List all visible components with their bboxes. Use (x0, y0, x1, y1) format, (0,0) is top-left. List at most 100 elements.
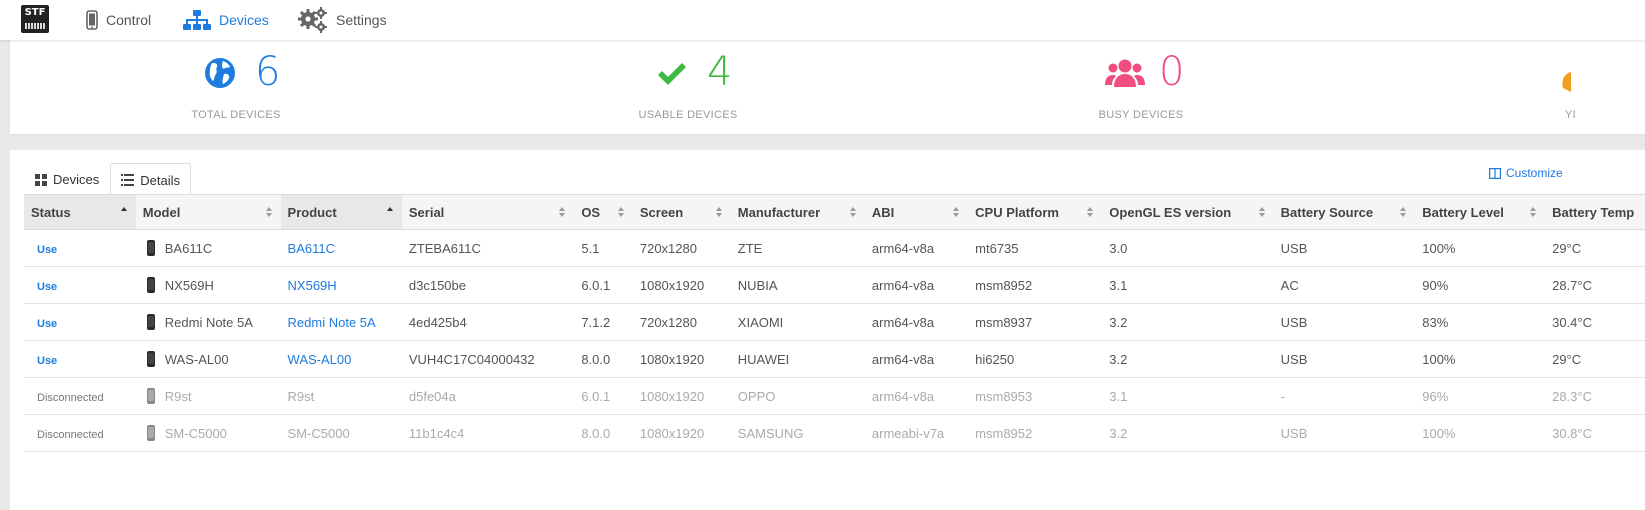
tab-details-label: Details (140, 172, 180, 188)
model-name: SM-C5000 (164, 426, 227, 441)
os-cell: 6.0.1 (574, 266, 633, 304)
battery-source-cell: USB (1273, 414, 1416, 452)
model-name: BA611C (164, 241, 213, 256)
globe-icon (205, 58, 235, 88)
os-cell: 5.1 (574, 229, 633, 267)
column-label: Status (31, 204, 71, 220)
column-header-abi[interactable]: ABI (864, 195, 969, 230)
battery-level-cell: 90% (1415, 266, 1546, 304)
usable-devices-count: 4 (707, 49, 733, 95)
os-cell: 8.0.0 (574, 414, 633, 452)
battery-level-cell: 96% (1415, 377, 1546, 415)
columns-icon (1489, 167, 1501, 179)
serial-cell: d5fe04a (401, 377, 575, 415)
os-cell: 7.1.2 (574, 303, 633, 341)
busy-devices-label: BUSY DEVICES (1098, 109, 1184, 121)
device-icon (146, 314, 155, 330)
use-device-button[interactable]: Use (31, 318, 57, 330)
column-label: Manufacturer (737, 204, 821, 220)
column-header-screen[interactable]: Screen (632, 195, 731, 230)
use-device-button[interactable]: Use (31, 244, 57, 256)
column-header-opengl-es-version[interactable]: OpenGL ES version (1102, 195, 1274, 230)
nav-control-label: Control (106, 12, 152, 28)
manufacturer-cell: ZTE (730, 229, 865, 267)
column-header-battery-source[interactable]: Battery Source (1273, 195, 1416, 230)
column-header-serial[interactable]: Serial (401, 195, 575, 230)
manufacturer-cell: XIAOMI (730, 303, 865, 341)
nav-control[interactable]: Control (86, 0, 151, 40)
column-header-model[interactable]: Model (135, 195, 281, 230)
column-header-cpu-platform[interactable]: CPU Platform (968, 195, 1103, 230)
abi-cell: arm64-v8a (864, 303, 969, 341)
column-label: OS (581, 204, 601, 220)
cpu-platform-cell: mt6735 (968, 229, 1103, 267)
column-header-product[interactable]: Product (280, 195, 402, 230)
users-icon (1105, 59, 1145, 87)
column-label: ABI (871, 204, 895, 220)
serial-cell: 11b1c4c4 (401, 414, 575, 452)
table-row[interactable]: Use NX569H NX569H d3c150be 6.0.1 1080x19… (24, 266, 1645, 304)
column-header-os[interactable]: OS (574, 195, 633, 230)
abi-cell: arm64-v8a (864, 377, 969, 415)
product-link[interactable]: Redmi Note 5A (280, 303, 402, 341)
status-cell: Disconnected (24, 377, 136, 415)
customize-label: Customize (1506, 166, 1563, 180)
table-header-row: Status Model Product Serial OS Screen Ma… (24, 195, 1645, 230)
use-device-button[interactable]: Use (31, 281, 57, 293)
column-header-battery-level[interactable]: Battery Level (1415, 195, 1546, 230)
model-name: Redmi Note 5A (164, 315, 253, 330)
model-cell: R9st (135, 377, 281, 415)
product-link[interactable]: WAS-AL00 (280, 340, 402, 378)
model-cell: WAS-AL00 (135, 340, 281, 378)
device-list-panel: Devices Details Customize Status Model P… (10, 150, 1645, 510)
device-icon (146, 351, 155, 367)
table-row[interactable]: Disconnected SM-C5000 SM-C5000 11b1c4c4 … (24, 414, 1645, 452)
battery-temp-cell: 30.4°C (1545, 303, 1645, 341)
partial-icon (1562, 72, 1571, 92)
cpu-platform-cell: msm8952 (968, 266, 1103, 304)
device-stats-panel: 6 TOTAL DEVICES 4 USABLE DEVICES 0 BUSY … (10, 40, 1645, 134)
tab-devices[interactable]: Devices (24, 163, 110, 195)
os-cell: 6.0.1 (574, 377, 633, 415)
battery-level-cell: 100% (1415, 229, 1546, 267)
column-header-battery-temp[interactable]: Battery Temp (1545, 195, 1645, 230)
opengl-cell: 3.1 (1102, 377, 1274, 415)
disconnected-status: Disconnected (37, 391, 104, 404)
nav-settings[interactable]: Settings (298, 0, 387, 40)
battery-source-cell: AC (1273, 266, 1416, 304)
nav-settings-label: Settings (336, 12, 387, 28)
column-label: Battery Temp (1552, 204, 1635, 220)
column-label: Battery Level (1422, 204, 1504, 220)
stf-logo[interactable]: STF (21, 5, 49, 33)
check-icon (658, 63, 686, 85)
table-row[interactable]: Disconnected R9st R9st d5fe04a 6.0.1 108… (24, 377, 1645, 415)
model-cell: SM-C5000 (135, 414, 281, 452)
abi-cell: armeabi-v7a (864, 414, 969, 452)
status-cell: Use (24, 229, 136, 267)
battery-source-cell: USB (1273, 229, 1416, 267)
status-cell: Use (24, 303, 136, 341)
column-header-manufacturer[interactable]: Manufacturer (730, 195, 865, 230)
serial-cell: 4ed425b4 (401, 303, 575, 341)
manufacturer-cell: HUAWEI (730, 340, 865, 378)
table-row[interactable]: Use WAS-AL00 WAS-AL00 VUH4C17C04000432 8… (24, 340, 1645, 378)
column-label: Screen (639, 204, 684, 220)
tab-details[interactable]: Details (110, 163, 191, 196)
nav-devices[interactable]: Devices (183, 0, 269, 40)
table-row[interactable]: Use BA611C BA611C ZTEBA611C 5.1 720x1280… (24, 229, 1645, 267)
opengl-cell: 3.2 (1102, 414, 1274, 452)
product-cell: SM-C5000 (280, 414, 402, 452)
battery-temp-cell: 28.7°C (1545, 266, 1645, 304)
battery-level-cell: 83% (1415, 303, 1546, 341)
column-header-status[interactable]: Status (24, 195, 136, 230)
customize-button[interactable]: Customize (1489, 166, 1563, 180)
product-link[interactable]: BA611C (280, 229, 402, 267)
tab-devices-label: Devices (53, 172, 100, 187)
table-row[interactable]: Use Redmi Note 5A Redmi Note 5A 4ed425b4… (24, 303, 1645, 341)
use-device-button[interactable]: Use (31, 355, 57, 367)
product-link[interactable]: NX569H (280, 266, 402, 304)
battery-level-cell: 100% (1415, 414, 1546, 452)
abi-cell: arm64-v8a (864, 229, 969, 267)
manufacturer-cell: SAMSUNG (730, 414, 865, 452)
battery-level-cell: 100% (1415, 340, 1546, 378)
